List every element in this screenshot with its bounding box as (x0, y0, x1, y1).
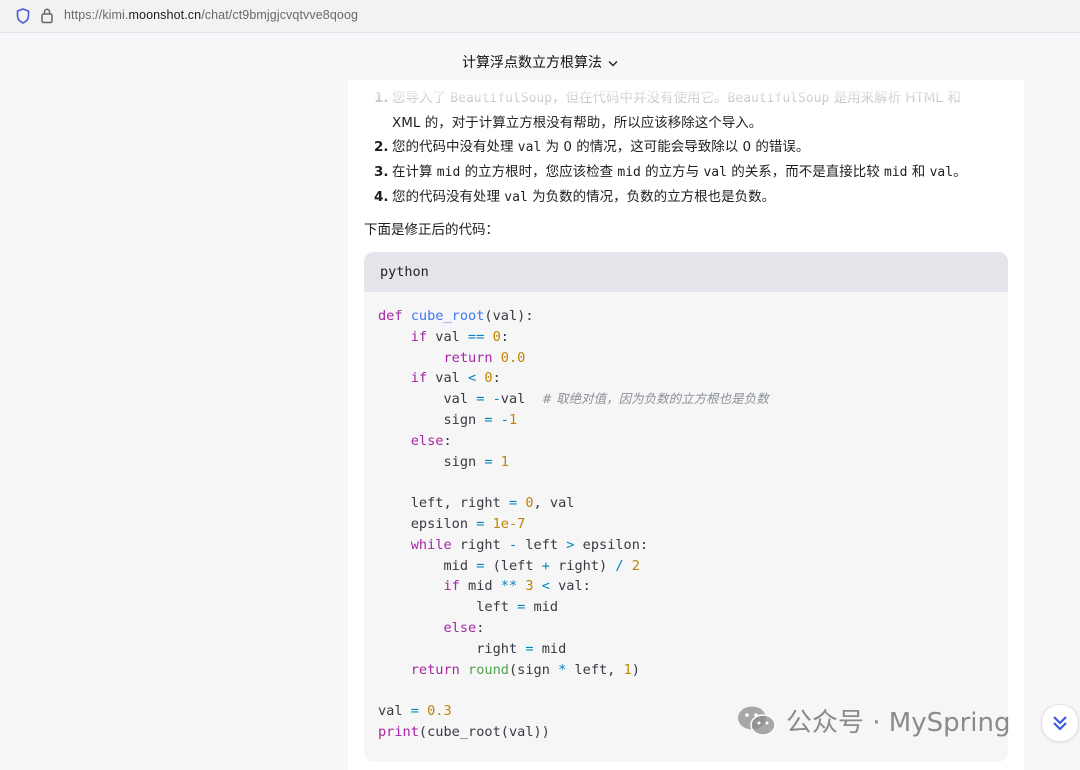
chat-title-text: 计算浮点数立方根算法 (462, 55, 602, 71)
text: 。 (953, 164, 967, 180)
list-item-continuation: XML 的，对于计算立方根没有帮助，所以应该移除这个导入。 (374, 111, 1004, 135)
intro-paragraph: 下面是修正后的代码： (364, 222, 499, 238)
inline-code: mid (436, 165, 461, 180)
inline-code: val (504, 190, 528, 205)
inline-code: val (929, 165, 954, 180)
chevron-down-icon[interactable] (608, 60, 618, 67)
text: 的立方与 (640, 164, 704, 180)
text: 的立方根时，您应该检查 (460, 164, 618, 180)
inline-code: mid (884, 165, 908, 180)
list-number: 4. (374, 189, 389, 205)
inline-code: BeautifulSoup (727, 91, 830, 106)
list-item: 1. 您导入了 BeautifulSoup，但在代码中并没有使用它。Beauti… (374, 86, 1004, 111)
browser-url-bar[interactable]: https://kimi.moonshot.cn/chat/ct9bmjgjcv… (0, 0, 1080, 33)
watermark: 公众号 · MySpring (736, 702, 1011, 739)
code-content[interactable]: def cube_root(val): if val == 0: return … (364, 292, 1008, 757)
wechat-icon (738, 706, 776, 736)
url-text[interactable]: https://kimi.moonshot.cn/chat/ct9bmjgjcv… (64, 8, 358, 22)
list-item: 2. 您的代码中没有处理 val 为 0 的情况，这可能会导致除以 0 的错误。 (374, 135, 1004, 160)
shield-icon[interactable] (16, 8, 30, 24)
code-block[interactable]: python def cube_root(val): if val == 0: … (364, 252, 1008, 762)
text: 在计算 (392, 164, 437, 180)
text: 您的代码中没有处理 (392, 139, 518, 155)
lock-icon[interactable] (40, 7, 54, 24)
chat-title[interactable]: 计算浮点数立方根算法 (0, 52, 1080, 72)
text: ，但在代码中并没有使用它。 (552, 90, 728, 106)
inline-code: val (517, 140, 542, 155)
list-item: 3. 在计算 mid 的立方根时，您应该检查 mid 的立方与 val 的关系，… (374, 160, 1004, 185)
watermark-text: 公众号 · MySpring (786, 708, 1011, 738)
text: 为 0 的情况，这可能会导致除以 0 的错误。 (541, 139, 810, 155)
scroll-down-icon (1053, 716, 1067, 731)
list-item: 4. 您的代码没有处理 val 为负数的情况，负数的立方根也是负数。 (374, 185, 1004, 210)
list-number: 1. (374, 90, 389, 106)
code-comment: # 取绝对值，因为负数的立方根也是负数 (541, 391, 769, 407)
inline-code: val (703, 165, 727, 180)
text: 和 (907, 164, 930, 180)
inline-code: mid (617, 165, 641, 180)
scroll-to-bottom-button[interactable] (1041, 704, 1079, 742)
list-number: 2. (374, 139, 389, 155)
text: 您的代码没有处理 (392, 189, 505, 205)
issue-list: 1. 您导入了 BeautifulSoup，但在代码中并没有使用它。Beauti… (374, 86, 1004, 210)
text: 您导入了 (392, 90, 451, 106)
text: 为负数的情况，负数的立方根也是负数。 (527, 189, 776, 205)
code-language-label: python (380, 264, 429, 280)
text: XML 的，对于计算立方根没有帮助，所以应该移除这个导入。 (392, 115, 763, 131)
inline-code: BeautifulSoup (450, 91, 553, 106)
code-language-header: python (364, 252, 1008, 292)
text: 的关系，而不是直接比较 (726, 164, 885, 180)
text: 是用来解析 HTML 和 (829, 90, 961, 106)
list-number: 3. (374, 164, 389, 180)
